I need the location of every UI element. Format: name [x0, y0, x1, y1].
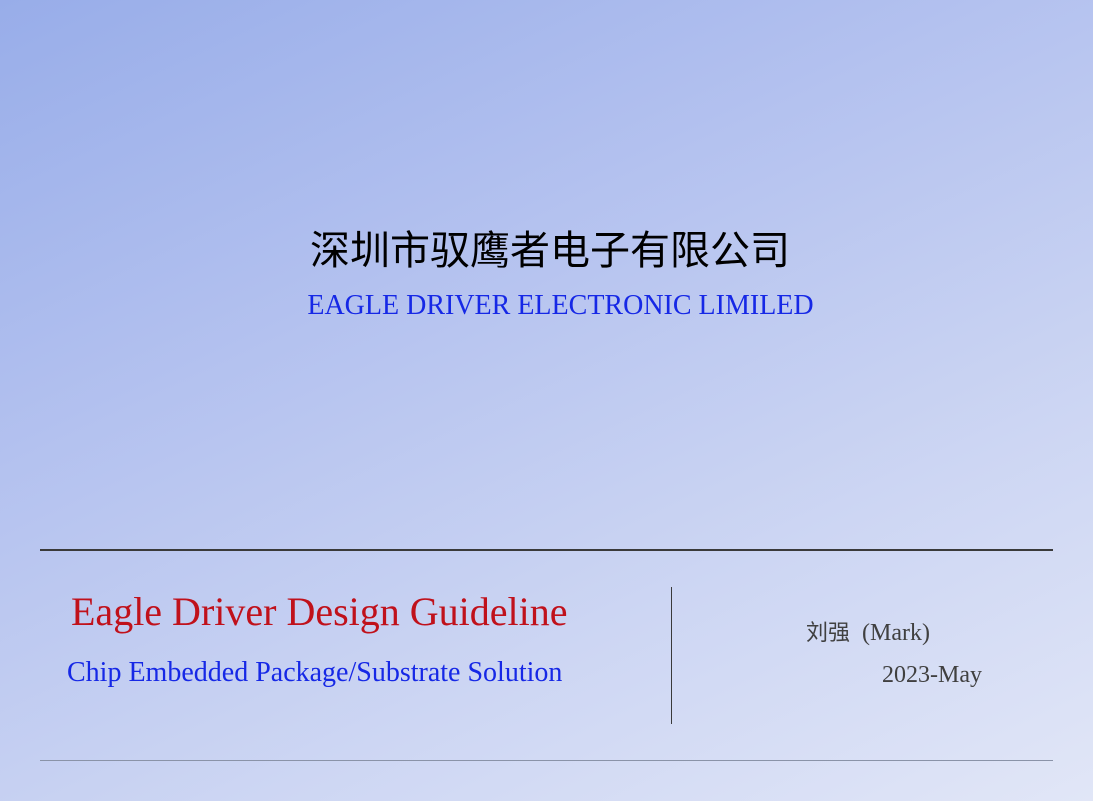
author: 刘强 (Mark) — [806, 615, 930, 647]
company-name-english: EAGLE DRIVER ELECTRONIC LIMILED — [307, 290, 814, 321]
bottom-divider — [40, 760, 1053, 761]
company-name-chinese: 深圳市驭鹰者电子有限公司 — [310, 228, 790, 274]
top-divider — [40, 549, 1053, 551]
author-name-chinese: 刘强 — [806, 621, 851, 646]
document-date: 2023-May — [882, 662, 982, 688]
author-name-english: (Mark) — [862, 620, 930, 646]
vertical-divider — [671, 587, 672, 724]
document-subtitle: Chip Embedded Package/Substrate Solution — [67, 657, 563, 688]
document-title: Eagle Driver Design Guideline — [71, 589, 568, 634]
